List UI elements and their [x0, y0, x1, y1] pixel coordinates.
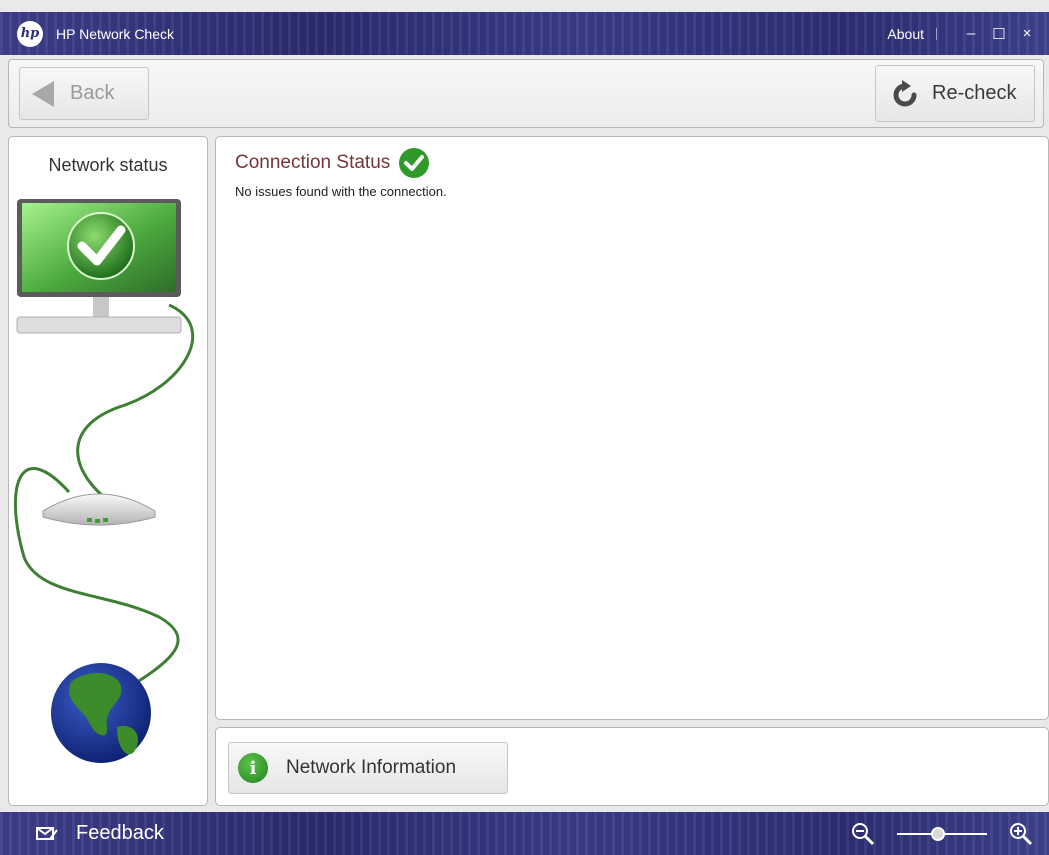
monitor-check-icon: [16, 199, 182, 334]
title-bar: hp HP Network Check About – ☐ ×: [0, 12, 1049, 55]
router-icon: [42, 493, 156, 526]
connection-status-title: Connection Status: [235, 152, 391, 173]
recheck-button[interactable]: Re-check: [875, 65, 1035, 122]
hp-logo-icon: hp: [17, 20, 43, 47]
minimize-button[interactable]: –: [959, 25, 983, 42]
green-check-icon: [399, 148, 430, 178]
back-button-label: Back: [70, 82, 115, 104]
zoom-out-icon[interactable]: [851, 822, 875, 846]
zoom-slider[interactable]: [897, 824, 987, 844]
close-button[interactable]: ×: [1015, 25, 1039, 42]
toolbar: Back Re-check: [8, 59, 1044, 128]
network-information-label: Network Information: [286, 757, 457, 778]
zoom-in-icon[interactable]: [1009, 822, 1033, 846]
status-bar: Feedback: [0, 812, 1049, 855]
maximize-button[interactable]: ☐: [987, 25, 1011, 43]
network-information-button[interactable]: i Network Information: [228, 742, 508, 794]
about-link[interactable]: About: [887, 26, 924, 42]
info-icon: i: [238, 753, 268, 783]
zoom-thumb[interactable]: [931, 826, 946, 841]
window-controls: About – ☐ ×: [887, 12, 1039, 55]
back-arrow-icon: [32, 80, 54, 107]
connection-status-panel: Connection Status No issues found with t…: [215, 136, 1049, 720]
actions-panel: i Network Information: [215, 727, 1049, 806]
recheck-button-label: Re-check: [932, 82, 1017, 104]
connection-status-heading: Connection Status: [235, 147, 430, 179]
back-button[interactable]: Back: [19, 67, 149, 120]
feedback-label: Feedback: [76, 822, 164, 844]
feedback-link[interactable]: Feedback: [36, 822, 164, 845]
network-status-panel: Network status: [8, 136, 208, 806]
network-diagram: [13, 199, 195, 763]
zoom-control: [851, 812, 1033, 855]
title-separator: [936, 27, 937, 40]
app-title: HP Network Check: [56, 25, 175, 42]
globe-icon: [51, 663, 151, 763]
feedback-icon: [36, 826, 58, 840]
refresh-icon: [893, 79, 917, 106]
status-message: No issues found with the connection.: [235, 184, 447, 199]
